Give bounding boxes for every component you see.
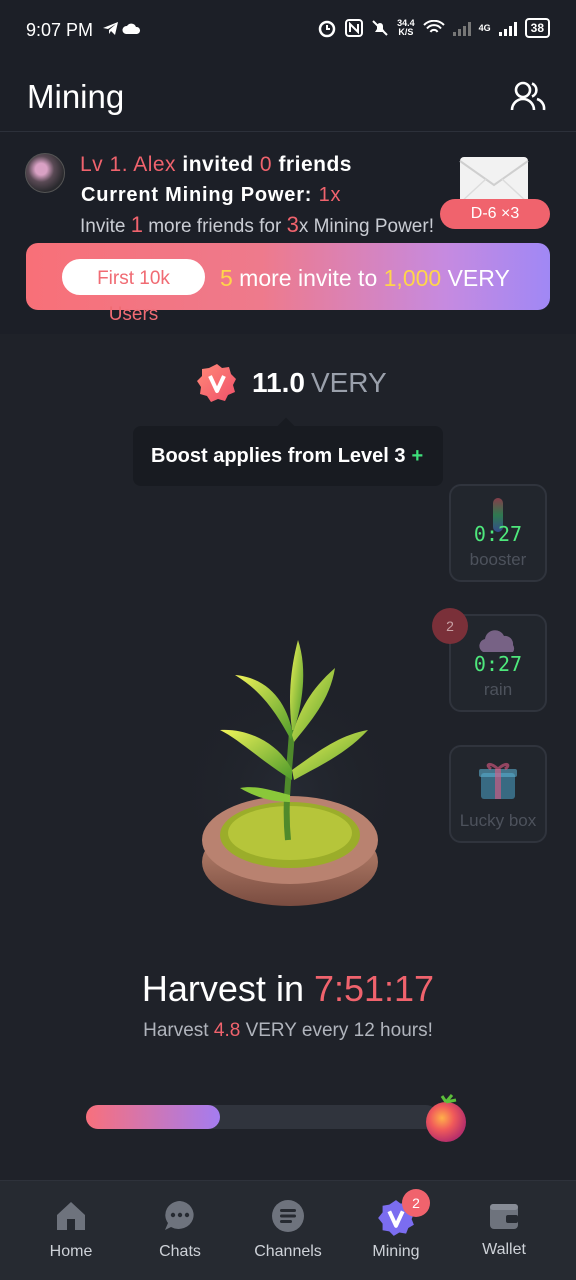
status-right-icons: 34.4 K/S 4G 38 <box>317 18 550 38</box>
harvest-description: Harvest 4.8 VERY every 12 hours! <box>0 1020 576 1042</box>
avatar[interactable] <box>25 153 65 193</box>
mining-area: 11.0 VERY Boost applies from Level 3 + 0:… <box>0 334 576 1180</box>
booster-timer: 0:27 <box>473 522 523 546</box>
booster-label: booster <box>469 550 527 569</box>
rain-timer: 0:27 <box>473 652 523 676</box>
nav-channels[interactable]: Channels <box>238 1199 338 1261</box>
invite-status-text: Lv 1. Alex invited 0 friends <box>80 153 352 177</box>
alarm-icon <box>318 20 336 38</box>
envelope-badge[interactable]: D-6 ×3 <box>440 199 550 229</box>
rain-label: rain <box>483 680 513 699</box>
promo-pill: First 10k Users <box>62 259 205 325</box>
promo-text: 5 more invite to 1,000 VERY <box>220 265 510 292</box>
invite-more-suffix: x Mining Power! <box>298 216 434 237</box>
harvest-sub-suffix: VERY every 12 hours! <box>240 1020 433 1041</box>
mute-bell-icon <box>372 20 388 36</box>
promo-count: 5 <box>220 265 233 291</box>
chat-bubble-icon <box>165 1201 194 1230</box>
invited-word: invited <box>176 153 260 176</box>
nav-wallet[interactable]: Wallet <box>454 1199 554 1259</box>
harvest-sub-prefix: Harvest <box>143 1020 214 1041</box>
rain-badge: 2 <box>432 608 468 644</box>
battery-icon: 38 <box>524 18 550 38</box>
boost-tooltip: Boost applies from Level 3 + <box>133 426 443 486</box>
harvest-countdown: Harvest in 7:51:17 <box>0 968 576 1010</box>
nav-channels-label: Channels <box>254 1243 322 1260</box>
nav-wallet-label: Wallet <box>482 1241 526 1258</box>
balance-unit: VERY <box>310 367 387 398</box>
lucky-box-label: Lucky box <box>459 811 537 830</box>
app-header: Mining <box>0 62 576 132</box>
nav-chats-label: Chats <box>159 1243 201 1260</box>
bottom-nav: Home Chats Channels Mining 2 Wallet <box>0 1180 576 1280</box>
boost-plus-icon[interactable]: + <box>412 445 424 467</box>
nav-mining[interactable]: Mining 2 <box>346 1189 446 1261</box>
invited-count: 0 <box>259 153 273 176</box>
plant-pot-illustration[interactable] <box>180 630 400 920</box>
envelope-icon[interactable] <box>458 155 530 205</box>
friends-word: friends <box>272 153 352 176</box>
invite-more-mult: 3 <box>286 212 299 237</box>
harvest-sub-amount: 4.8 <box>213 1020 241 1041</box>
promo-unit: VERY <box>441 265 510 291</box>
harvest-progress-fill <box>86 1105 220 1129</box>
signal-strong-icon <box>498 20 517 36</box>
nav-chats[interactable]: Chats <box>130 1199 230 1261</box>
harvest-title-prefix: Harvest in <box>141 968 314 1009</box>
invite-more-count: 1 <box>130 212 143 237</box>
invite-more-text: Invite 1 more friends for 3x Mining Powe… <box>80 212 434 238</box>
balance: 11.0 VERY <box>196 362 387 404</box>
status-bar: 9:07 PM 34.4 K/S 4G 38 <box>0 0 576 62</box>
balance-value: 11.0 <box>252 367 305 398</box>
page-title: Mining <box>27 78 125 115</box>
mining-power-value: 1x <box>318 184 342 206</box>
nav-home[interactable]: Home <box>21 1199 121 1261</box>
invite-more-prefix: Invite <box>80 216 131 237</box>
telegram-cloud-icon <box>103 22 141 35</box>
promo-mid: more invite to <box>232 265 384 291</box>
wallet-icon <box>490 1204 518 1229</box>
lucky-box-card[interactable]: Lucky box <box>449 745 547 843</box>
channels-icon <box>272 1200 304 1232</box>
gift-box-icon <box>479 762 517 799</box>
promo-banner[interactable]: First 10k Users 5 more invite to 1,000 V… <box>26 243 550 325</box>
nfc-icon <box>345 19 364 37</box>
booster-card[interactable]: 0:27 booster <box>449 484 547 582</box>
nav-home-label: Home <box>49 1243 93 1260</box>
nav-mining-label: Mining <box>372 1243 420 1260</box>
friends-icon[interactable] <box>510 80 546 112</box>
harvest-progress-bar <box>86 1105 438 1129</box>
net-speed-unit: K/S <box>398 27 414 37</box>
status-time: 9:07 PM <box>26 20 94 40</box>
mining-power-text: Current Mining Power: 1x <box>81 184 341 207</box>
invite-more-mid: more friends for <box>142 216 287 237</box>
berry-fruit-icon[interactable] <box>420 1092 472 1144</box>
promo-amount: 1,000 <box>383 265 442 291</box>
boost-tooltip-text: Boost applies from Level 3 <box>151 445 406 467</box>
very-logo-icon <box>197 364 236 402</box>
status-notification-icons <box>102 20 146 43</box>
mining-power-label: Current Mining Power: <box>81 184 319 206</box>
network-type: 4G <box>478 23 491 33</box>
nav-mining-badge: 2 <box>402 1189 430 1217</box>
signal-weak-icon <box>452 20 471 36</box>
home-icon <box>57 1202 85 1230</box>
net-speed: 34.4 K/S <box>397 19 415 37</box>
user-level-name: Lv 1. Alex <box>80 153 177 176</box>
harvest-countdown-value: 7:51:17 <box>313 968 435 1009</box>
invite-panel: Lv 1. Alex invited 0 friends Current Min… <box>0 133 576 333</box>
wifi-icon <box>422 20 445 33</box>
